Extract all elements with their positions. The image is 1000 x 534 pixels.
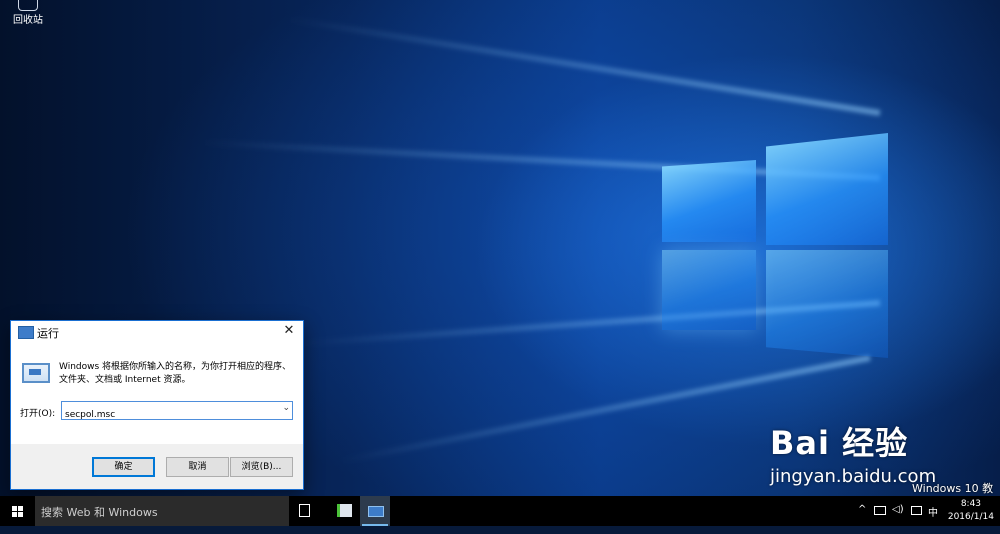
volume-icon[interactable]: ◁) bbox=[892, 504, 904, 534]
windows-logo-pane bbox=[766, 133, 888, 245]
taskbar-app-explorer[interactable] bbox=[328, 496, 358, 526]
recycle-bin-icon bbox=[18, 0, 38, 11]
light-beam bbox=[286, 16, 881, 116]
dialog-footer: 确定 取消 浏览(B)... bbox=[11, 444, 303, 489]
windows-logo-icon bbox=[18, 512, 23, 517]
baidu-logo: Bai 经验 bbox=[770, 424, 909, 462]
clock-date: 2016/1/14 bbox=[947, 512, 994, 522]
baidu-watermark: Bai 经验 jingyan.baidu.com bbox=[770, 418, 936, 487]
open-input[interactable] bbox=[62, 407, 275, 423]
run-app-icon bbox=[368, 506, 384, 517]
ime-indicator[interactable]: 中 bbox=[928, 504, 938, 534]
taskbar: 搜索 Web 和 Windows ^ ◁) 中 8:43 2016/1/14 bbox=[0, 496, 1000, 526]
open-label: 打开(O): bbox=[20, 409, 56, 419]
dialog-description: Windows 将根据你所输入的名称，为你打开相应的程序、文件夹、文档或 Int… bbox=[59, 362, 292, 385]
run-dialog: 运行 ✕ Windows 将根据你所输入的名称，为你打开相应的程序、文件夹、文档… bbox=[10, 320, 304, 490]
dialog-title: 运行 bbox=[37, 327, 59, 340]
open-combobox[interactable]: ⌄ bbox=[61, 401, 293, 423]
chevron-down-icon[interactable]: ⌄ bbox=[282, 403, 290, 413]
search-placeholder: 搜索 Web 和 Windows bbox=[41, 506, 158, 519]
windows-logo-icon bbox=[12, 506, 17, 511]
recycle-bin[interactable]: 回收站 bbox=[6, 0, 50, 26]
file-icon bbox=[337, 504, 352, 517]
ok-button[interactable]: 确定 bbox=[92, 457, 155, 477]
task-view-icon[interactable] bbox=[296, 504, 312, 517]
clock-time: 8:43 bbox=[960, 499, 982, 509]
run-icon bbox=[22, 363, 50, 383]
start-button[interactable] bbox=[0, 496, 34, 526]
cancel-button[interactable]: 取消 bbox=[166, 457, 229, 477]
browse-button[interactable]: 浏览(B)... bbox=[230, 457, 293, 477]
windows-logo-reflection bbox=[766, 250, 888, 358]
notification-icon[interactable] bbox=[911, 506, 922, 515]
windows-logo-icon bbox=[12, 512, 17, 517]
search-box[interactable]: 搜索 Web 和 Windows bbox=[35, 496, 289, 526]
network-icon[interactable] bbox=[874, 506, 886, 515]
windows-logo-icon bbox=[18, 506, 23, 511]
run-app-icon bbox=[18, 326, 34, 339]
windows-logo-pane bbox=[662, 160, 756, 242]
tray-overflow-icon[interactable]: ^ bbox=[858, 504, 866, 534]
recycle-bin-label: 回收站 bbox=[13, 15, 43, 26]
windows-logo-reflection bbox=[662, 250, 756, 330]
close-icon[interactable]: ✕ bbox=[281, 323, 297, 338]
taskbar-app-run[interactable] bbox=[360, 496, 390, 526]
clock[interactable]: 8:43 2016/1/14 bbox=[948, 498, 994, 524]
dialog-titlebar[interactable]: 运行 ✕ bbox=[11, 321, 303, 343]
edition-watermark: Windows 10 教育版 bbox=[912, 482, 994, 495]
